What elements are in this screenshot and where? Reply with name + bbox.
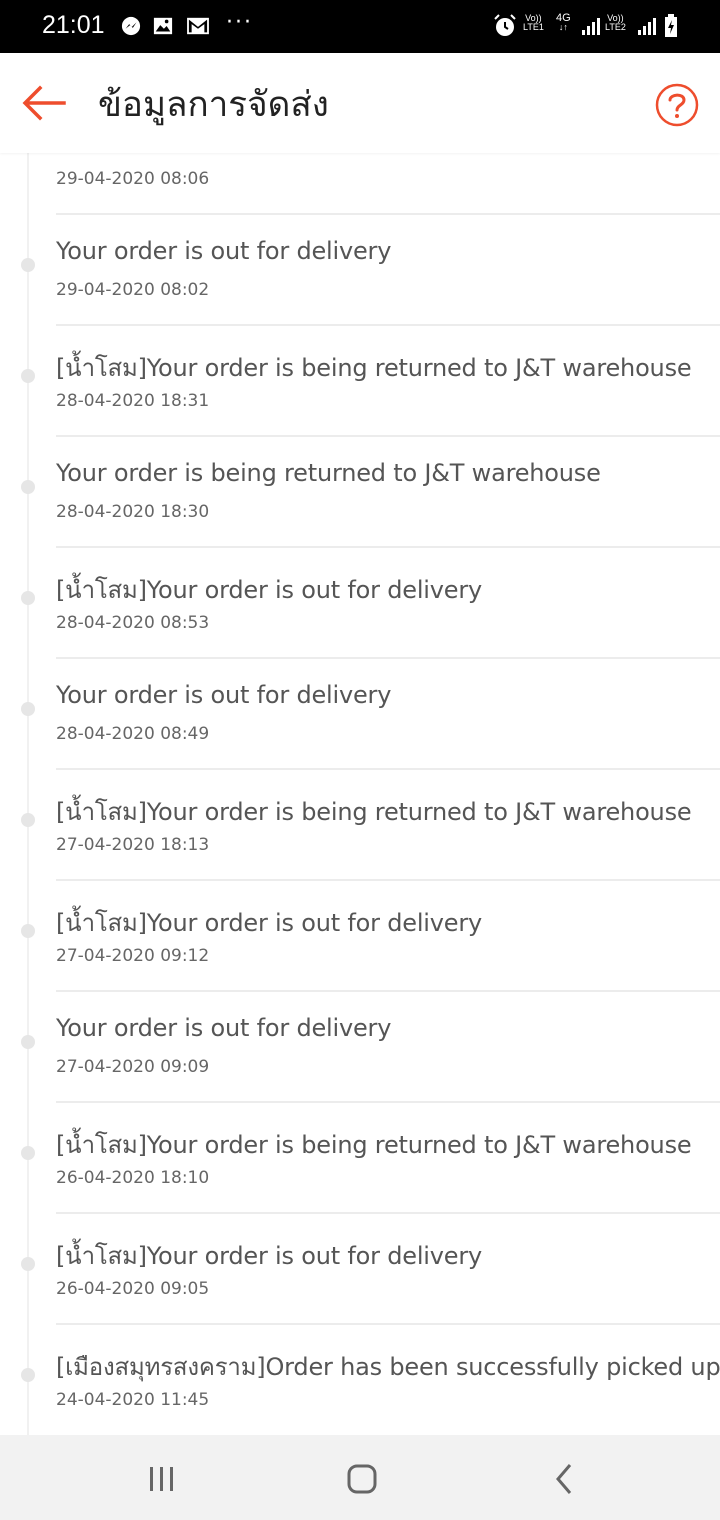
tracking-list[interactable]: 29-04-2020 08:06 Your order is out for d… <box>0 153 720 1435</box>
home-icon[interactable] <box>340 1457 384 1501</box>
item-time: 28-04-2020 18:31 <box>56 391 210 411</box>
timeline-dot <box>21 258 35 272</box>
list-item: [เมืองสมุทรสงคราม]Order has been success… <box>0 1325 720 1435</box>
4g-icon: 4G ↓↑ <box>556 12 571 32</box>
volte-icon: Vo)) LTE1 <box>523 13 544 32</box>
recent-apps-icon[interactable] <box>140 1457 184 1501</box>
timeline-dot <box>21 591 35 605</box>
timeline-dot <box>21 1368 35 1382</box>
timeline-dot <box>21 924 35 938</box>
item-time: 28-04-2020 08:49 <box>56 724 210 744</box>
item-message: [น้ำโสม]Your order is being returned to … <box>56 798 692 826</box>
item-time: 29-04-2020 08:06 <box>56 169 210 189</box>
timeline-dot <box>21 480 35 494</box>
list-item: Your order is out for delivery 29-04-202… <box>0 215 720 326</box>
list-item: Your order is out for delivery 27-04-202… <box>0 992 720 1103</box>
back-icon[interactable] <box>542 1457 586 1501</box>
messenger-icon <box>121 16 141 36</box>
item-message: Your order is being returned to J&T ware… <box>56 459 601 487</box>
item-time: 27-04-2020 18:13 <box>56 835 210 855</box>
item-time: 26-04-2020 09:05 <box>56 1279 210 1299</box>
status-bar: 21:01 ··· Vo)) LTE1 4G ↓↑ Vo)) LTE2 <box>0 0 720 53</box>
item-message: [น้ำโสม]Your order is out for delivery <box>56 1242 482 1270</box>
list-item: [น้ำโสม]Your order is being returned to … <box>0 1103 720 1214</box>
item-message: [น้ำโสม]Your order is being returned to … <box>56 1131 692 1159</box>
item-time: 27-04-2020 09:09 <box>56 1057 210 1077</box>
item-message: Your order is out for delivery <box>56 681 392 709</box>
timeline-dot <box>21 1035 35 1049</box>
timeline-dot <box>21 1146 35 1160</box>
list-item: [น้ำโสม]Your order is being returned to … <box>0 770 720 881</box>
signal-icon <box>638 18 656 35</box>
status-time: 21:01 <box>42 11 105 39</box>
item-message: [เมืองสมุทรสงคราม]Order has been success… <box>56 1353 720 1381</box>
timeline-dot <box>21 369 35 383</box>
item-time: 29-04-2020 08:02 <box>56 280 210 300</box>
gallery-icon <box>153 17 173 35</box>
item-message: Your order is out for delivery <box>56 1014 392 1042</box>
volte-icon: Vo)) LTE2 <box>605 13 626 32</box>
list-item: [น้ำโสม]Your order is out for delivery 2… <box>0 548 720 659</box>
timeline-dot <box>21 813 35 827</box>
list-item: Your order is being returned to J&T ware… <box>0 437 720 548</box>
back-arrow-icon[interactable] <box>20 83 68 123</box>
timeline-dot <box>21 702 35 716</box>
gmail-icon <box>187 17 209 35</box>
page-title: ข้อมูลการจัดส่ง <box>98 85 329 125</box>
item-time: 26-04-2020 18:10 <box>56 1168 210 1188</box>
item-message: [น้ำโสม]Your order is out for delivery <box>56 576 482 604</box>
list-item: Your order is out for delivery 28-04-202… <box>0 659 720 770</box>
item-time: 27-04-2020 09:12 <box>56 946 210 966</box>
item-time: 24-04-2020 11:45 <box>56 1390 210 1410</box>
list-item: 29-04-2020 08:06 <box>0 153 720 215</box>
list-item: [น้ำโสม]Your order is out for delivery 2… <box>0 1214 720 1325</box>
item-message: [น้ำโสม]Your order is being returned to … <box>56 354 692 382</box>
item-message: Your order is out for delivery <box>56 237 392 265</box>
list-item: [น้ำโสม]Your order is being returned to … <box>0 326 720 437</box>
navigation-bar <box>0 1435 720 1520</box>
more-dots-icon: ··· <box>226 10 253 35</box>
list-item: [น้ำโสม]Your order is out for delivery 2… <box>0 881 720 992</box>
item-time: 28-04-2020 18:30 <box>56 502 210 522</box>
battery-icon <box>665 14 677 37</box>
timeline-dot <box>21 1257 35 1271</box>
help-icon[interactable] <box>655 83 699 127</box>
item-message: [น้ำโสม]Your order is out for delivery <box>56 909 482 937</box>
signal-icon <box>582 18 600 35</box>
item-time: 28-04-2020 08:53 <box>56 613 210 633</box>
app-header: ข้อมูลการจัดส่ง <box>0 53 720 153</box>
alarm-icon <box>494 14 516 36</box>
